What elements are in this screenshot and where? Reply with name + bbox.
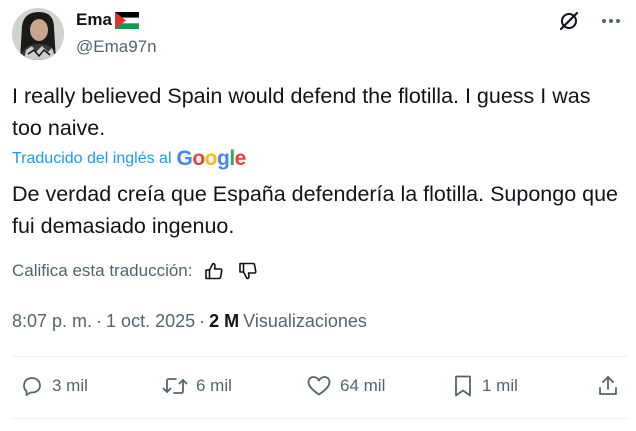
repost-icon [162, 378, 188, 394]
thumbs-down-icon[interactable] [236, 259, 260, 283]
repost-count: 6 mil [196, 376, 232, 395]
more-icon[interactable] [600, 10, 622, 32]
bookmark-count: 1 mil [482, 376, 518, 395]
palestine-flag-icon [114, 11, 139, 29]
views-count: 2 M [209, 311, 240, 331]
share-button[interactable] [596, 374, 620, 398]
google-logo: Google [176, 147, 247, 170]
translated-label: Traducido del inglés al [12, 150, 172, 167]
rate-label: Califica esta traducción: [12, 261, 193, 280]
bookmark-button[interactable]: 1 mil [452, 374, 518, 398]
author-name[interactable]: Ema [76, 10, 112, 30]
thumbs-up-icon[interactable] [202, 259, 226, 283]
reply-icon [23, 377, 41, 396]
repost-button[interactable]: 6 mil [162, 374, 232, 398]
grok-icon[interactable] [558, 10, 580, 32]
reply-button[interactable]: 3 mil [20, 374, 88, 398]
heart-icon [307, 376, 331, 396]
reply-count: 3 mil [52, 376, 88, 395]
divider-top [12, 356, 628, 357]
action-bar: 3 mil 6 mil 64 mil 1 mil [0, 374, 636, 404]
meta-separator-2: · [199, 311, 206, 331]
views-label: Visualizaciones [243, 311, 367, 331]
post-text-translated: De verdad creía que España defendería la… [12, 182, 619, 238]
post-date[interactable]: 1 oct. 2025 [106, 311, 195, 332]
share-icon [599, 376, 617, 395]
post-time[interactable]: 8:07 p. m. [12, 311, 92, 332]
bookmark-icon [455, 375, 471, 397]
divider-bottom [12, 418, 628, 419]
meta-separator: · [96, 311, 103, 331]
translation-attribution[interactable]: Traducido del inglés al Google [12, 147, 246, 171]
like-count: 64 mil [340, 376, 386, 395]
avatar[interactable] [12, 8, 64, 60]
rate-translation: Califica esta traducción: [12, 259, 260, 283]
post-meta: 8:07 p. m. · 1 oct. 2025 · 2 M Visualiza… [12, 311, 367, 332]
author-name-row[interactable]: Ema [76, 10, 139, 30]
post-text-original: I really believed Spain would defend the… [12, 84, 591, 140]
author-handle[interactable]: @Ema97n [76, 37, 157, 57]
like-button[interactable]: 64 mil [306, 374, 385, 398]
